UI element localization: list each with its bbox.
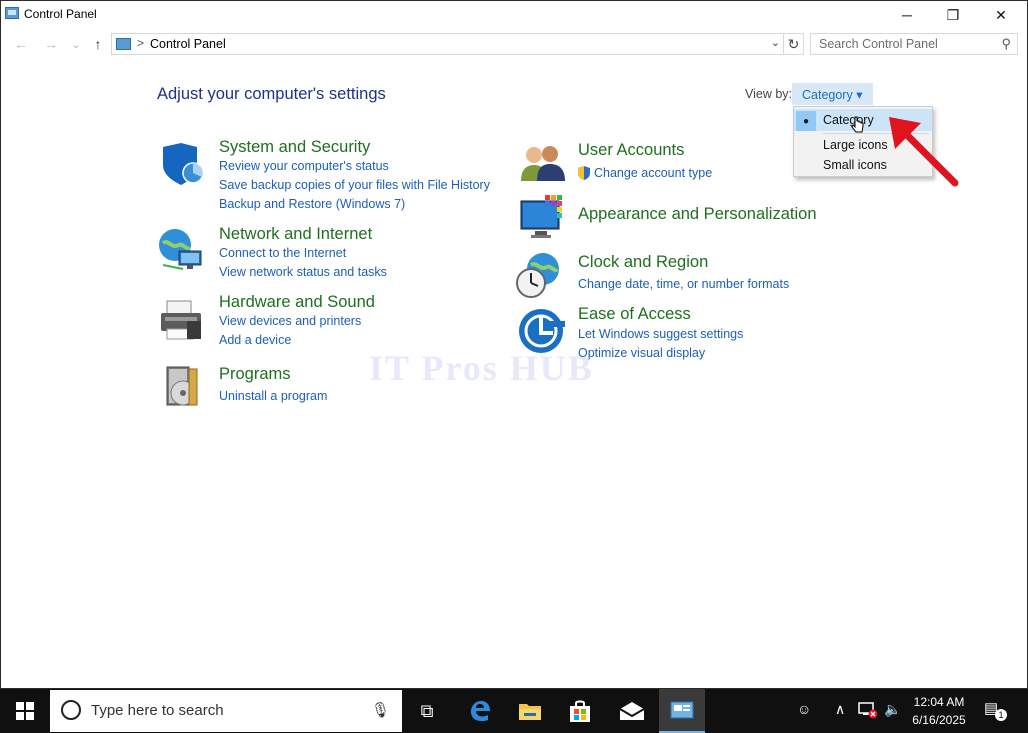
edge-icon: [471, 701, 490, 722]
taskbar-search-placeholder: Type here to search: [91, 702, 224, 719]
taskbar: Type here to search 🎙 ⧉ ☺ ∧ 🔈 12:04 AM 6…: [0, 689, 1028, 733]
appearance-link[interactable]: Appearance and Personalization: [578, 205, 817, 224]
clock-date: 6/16/2025: [912, 713, 966, 727]
address-toolbar: ← → ⌄ ↑ > Control Panel ⌄ ↻ Search Contr…: [1, 31, 1027, 57]
control-panel-icon: [5, 7, 19, 19]
start-button[interactable]: [0, 689, 50, 733]
action-center-button[interactable]: ▤ 1: [984, 699, 1007, 721]
store-app[interactable]: [557, 689, 603, 733]
notification-count-badge: 1: [995, 709, 1007, 721]
suggest-settings-link[interactable]: Let Windows suggest settings: [578, 327, 743, 341]
review-status-link[interactable]: Review your computer's status: [219, 159, 389, 173]
uac-shield-icon: [578, 166, 590, 180]
breadcrumb-separator[interactable]: >: [137, 36, 144, 50]
clock-region-link[interactable]: Clock and Region: [578, 253, 708, 272]
search-icon[interactable]: ⚲: [1001, 36, 1011, 52]
network-status-link[interactable]: View network status and tasks: [219, 265, 387, 279]
edge-app[interactable]: [457, 689, 503, 733]
user-accounts-link[interactable]: User Accounts: [578, 141, 684, 160]
control-panel-icon: [116, 38, 131, 50]
mail-icon: [619, 702, 645, 720]
network-disconnected-icon[interactable]: [858, 701, 878, 719]
task-view-button[interactable]: ⧉: [404, 689, 450, 733]
optimize-display-link[interactable]: Optimize visual display: [578, 346, 705, 360]
forward-button[interactable]: →: [41, 34, 61, 54]
clock-globe-icon[interactable]: [515, 251, 563, 299]
breadcrumb-control-panel[interactable]: Control Panel: [150, 37, 226, 51]
view-by-dropdown[interactable]: Category ▾: [792, 83, 873, 105]
hardware-sound-link[interactable]: Hardware and Sound: [219, 293, 375, 312]
back-button[interactable]: ←: [11, 34, 31, 54]
user-accounts-icon[interactable]: [519, 139, 567, 187]
recent-locations-button[interactable]: ⌄: [66, 34, 86, 54]
search-input[interactable]: Search Control Panel ⚲: [810, 33, 1018, 55]
file-history-link[interactable]: Save backup copies of your files with Fi…: [219, 178, 490, 192]
page-title: Adjust your computer's settings: [157, 85, 386, 103]
store-bag-icon: [570, 700, 590, 722]
folder-icon: [519, 704, 541, 720]
ease-of-access-link[interactable]: Ease of Access: [578, 305, 691, 324]
view-by-label: View by:: [745, 87, 793, 101]
people-icon[interactable]: ☺: [797, 701, 811, 717]
title-bar: Control Panel ─ ❐ ✕: [1, 1, 1027, 29]
file-explorer-app[interactable]: [507, 689, 553, 733]
taskbar-search-box[interactable]: Type here to search 🎙: [50, 690, 402, 732]
refresh-button[interactable]: ↻: [784, 33, 804, 55]
clock-time: 12:04 AM: [913, 695, 965, 709]
mouse-pointer-icon: [851, 116, 864, 133]
control-panel-icon: [670, 701, 694, 719]
printer-icon[interactable]: [157, 297, 205, 345]
connect-internet-link[interactable]: Connect to the Internet: [219, 246, 346, 260]
devices-printers-link[interactable]: View devices and printers: [219, 314, 361, 328]
selected-bullet-icon: ●: [796, 111, 816, 131]
shield-icon[interactable]: [159, 141, 207, 189]
taskbar-clock[interactable]: 12:04 AM 6/16/2025: [906, 693, 972, 729]
address-dropdown-icon[interactable]: ⌄: [771, 36, 780, 49]
change-date-time-link[interactable]: Change date, time, or number formats: [578, 277, 789, 291]
windows-logo-icon: [16, 702, 34, 720]
programs-disc-icon[interactable]: [161, 363, 209, 411]
system-security-link[interactable]: System and Security: [219, 138, 370, 157]
watermark: IT Pros HUB: [369, 348, 594, 388]
cortana-icon[interactable]: [61, 700, 81, 720]
menu-item-label: Category: [823, 113, 874, 127]
red-arrow-icon: [889, 117, 959, 187]
address-bar[interactable]: > Control Panel ⌄: [111, 33, 784, 55]
programs-link[interactable]: Programs: [219, 365, 291, 384]
network-internet-link[interactable]: Network and Internet: [219, 225, 372, 244]
uninstall-program-link[interactable]: Uninstall a program: [219, 389, 327, 403]
change-account-type-link[interactable]: Change account type: [594, 166, 712, 180]
microphone-icon[interactable]: 🎙: [371, 701, 390, 719]
control-panel-window: Control Panel ─ ❐ ✕ ← → ⌄ ↑ > Control Pa…: [0, 0, 1028, 689]
volume-icon[interactable]: 🔈: [884, 701, 901, 718]
mail-app[interactable]: [609, 689, 655, 733]
up-button[interactable]: ↑: [88, 34, 108, 54]
search-placeholder: Search Control Panel: [819, 37, 938, 51]
window-title: Control Panel: [24, 7, 97, 21]
maximize-button[interactable]: ❐: [930, 1, 976, 29]
add-device-link[interactable]: Add a device: [219, 333, 291, 347]
minimize-button[interactable]: ─: [884, 1, 930, 29]
appearance-monitor-icon[interactable]: [519, 193, 567, 241]
close-button[interactable]: ✕: [978, 1, 1024, 29]
backup-restore-link[interactable]: Backup and Restore (Windows 7): [219, 197, 405, 211]
control-panel-taskbar-app[interactable]: [659, 689, 705, 733]
show-hidden-icons-button[interactable]: ∧: [835, 701, 845, 718]
network-globe-icon[interactable]: [157, 225, 205, 273]
